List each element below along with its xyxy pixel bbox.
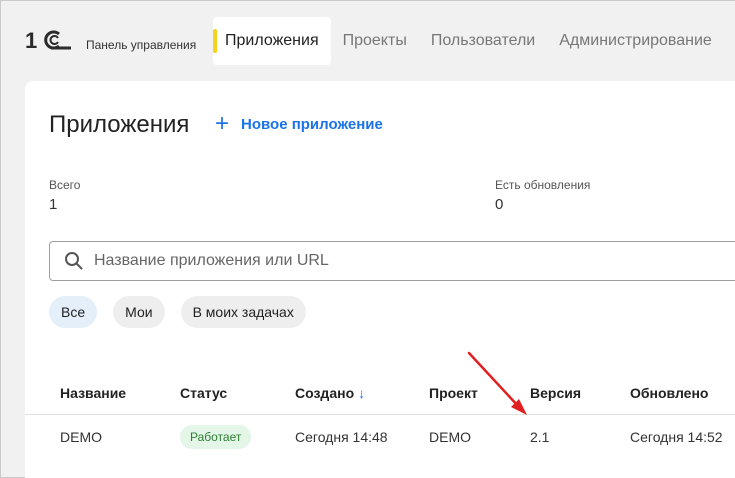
table-header: Название Статус Создано ↓ Проект Версия О… <box>25 371 735 415</box>
stat-total-value: 1 <box>49 196 58 213</box>
filter-chips: Все Мои В моих задачах <box>49 296 322 328</box>
table-row[interactable]: DEMO Работает Сегодня 14:48 DEMO 2.1 Сег… <box>25 415 735 459</box>
status-badge: Работает <box>180 425 252 449</box>
plus-icon: + <box>215 110 230 137</box>
search-icon <box>65 252 83 270</box>
cell-created: Сегодня 14:48 <box>295 429 388 445</box>
nav-item-applications[interactable]: Приложения <box>213 17 331 65</box>
page-title: Приложения <box>49 111 190 138</box>
main-nav: Приложения Проекты Пользователи Админист… <box>213 17 724 65</box>
cell-name[interactable]: DEMO <box>60 415 102 459</box>
annotation-arrow <box>467 351 527 415</box>
nav-item-users[interactable]: Пользователи <box>419 17 547 65</box>
svg-text:1: 1 <box>25 29 37 51</box>
applications-card: Приложения + Новое приложение Всего 1 Ес… <box>25 81 735 478</box>
stat-total: Всего 1 <box>49 178 80 213</box>
column-status[interactable]: Статус <box>180 371 227 415</box>
cell-version: 2.1 <box>530 429 550 445</box>
column-created[interactable]: Создано ↓ <box>295 371 365 415</box>
stat-updates: Есть обновления 0 <box>495 178 590 213</box>
sort-down-icon: ↓ <box>358 385 366 401</box>
search-input[interactable] <box>94 252 694 270</box>
logo-1c[interactable]: 1 <box>25 29 71 51</box>
filter-in-my-tasks[interactable]: В моих задачах <box>180 296 306 328</box>
stat-total-label: Всего <box>49 178 81 192</box>
filter-all[interactable]: Все <box>49 296 98 328</box>
cell-updated: Сегодня 14:52 <box>630 429 723 445</box>
stat-updates-label: Есть обновления <box>495 178 591 192</box>
column-version[interactable]: Версия <box>530 371 581 415</box>
cell-project[interactable]: DEMO <box>429 415 471 459</box>
stat-updates-value: 0 <box>495 196 504 213</box>
new-app-button[interactable]: + Новое приложение <box>215 110 383 137</box>
column-name[interactable]: Название <box>60 371 126 415</box>
new-app-label: Новое приложение <box>241 115 383 133</box>
search-box[interactable] <box>49 241 735 281</box>
nav-item-administration[interactable]: Администрирование <box>547 17 724 65</box>
top-bar: 1 Панель управления Приложения Проекты П… <box>1 1 735 81</box>
nav-item-projects[interactable]: Проекты <box>331 17 419 65</box>
column-created-label: Создано <box>295 385 355 401</box>
filter-mine[interactable]: Мои <box>113 296 165 328</box>
column-updated[interactable]: Обновлено <box>630 371 708 415</box>
panel-title: Панель управления <box>86 38 197 52</box>
